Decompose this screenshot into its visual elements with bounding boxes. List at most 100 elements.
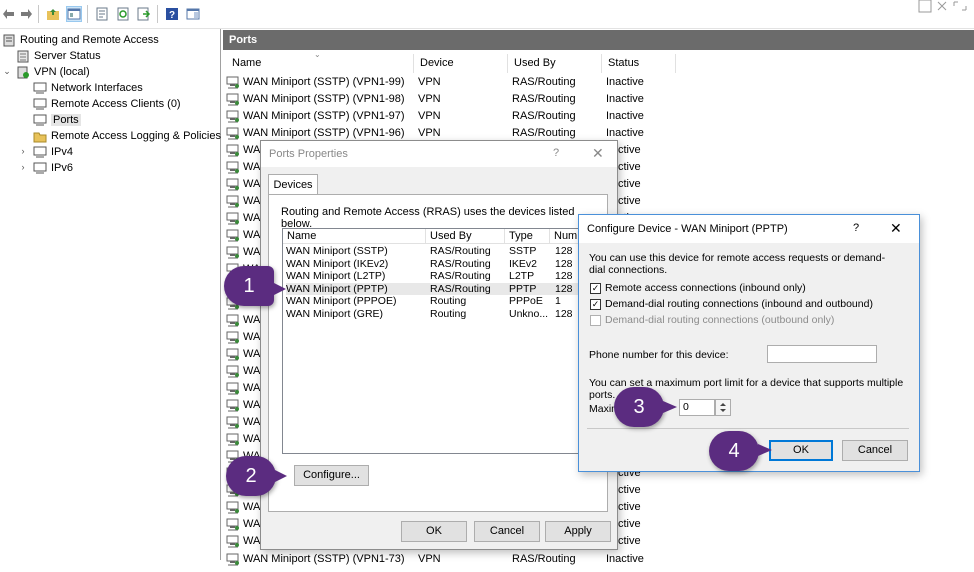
close-icon[interactable]: ✕ xyxy=(890,220,902,237)
tree-item-network-interfaces[interactable]: Network Interfaces xyxy=(33,80,143,96)
tree-item-ipv6[interactable]: IPv6 xyxy=(33,160,73,176)
port-icon xyxy=(226,416,240,429)
col-name[interactable]: Name xyxy=(287,230,316,242)
server-green-icon xyxy=(16,66,30,79)
properties-icon[interactable] xyxy=(94,6,110,22)
port-status-partial: ctive xyxy=(618,161,641,173)
remote-access-checkbox[interactable]: ✓ xyxy=(590,283,601,294)
tree-item-root[interactable]: Routing and Remote Access xyxy=(2,32,159,48)
tree-item-ports[interactable]: Ports xyxy=(33,112,81,128)
port-icon xyxy=(226,518,240,531)
chevron-right-icon[interactable]: › xyxy=(18,146,28,156)
port-name-partial: WA xyxy=(243,348,261,360)
port-icon xyxy=(226,212,240,225)
tree-item-logging[interactable]: Remote Access Logging & Policies xyxy=(33,128,221,144)
spinner-arrows-icon[interactable] xyxy=(715,399,731,416)
port-status-partial: ctive xyxy=(618,178,641,190)
column-header-status[interactable]: Status xyxy=(602,54,676,73)
device-row[interactable]: WAN Miniport (SSTP) RAS/Routing SSTP 128 xyxy=(286,245,582,257)
port-device: VPN xyxy=(418,110,441,122)
forward-icon[interactable] xyxy=(18,6,34,22)
device-name: WAN Miniport (SSTP) xyxy=(286,245,388,257)
port-device: VPN xyxy=(418,93,441,105)
device-number: 128 xyxy=(555,307,573,320)
step-badge-4-pointer xyxy=(758,444,772,456)
port-name-partial: WA xyxy=(243,399,261,411)
column-header-device[interactable]: Device xyxy=(414,54,508,73)
port-used-by: RAS/Routing xyxy=(512,76,576,88)
chevron-down-icon[interactable]: ⌄ xyxy=(2,66,12,77)
port-name: WAN Miniport (SSTP) (VPN1-97) xyxy=(243,110,405,122)
network-icon xyxy=(33,82,47,95)
step-badge-1-pointer xyxy=(274,283,286,295)
port-name-partial: WA xyxy=(243,382,261,394)
refresh-icon[interactable] xyxy=(115,6,131,22)
device-name: WAN Miniport (IKEv2) xyxy=(286,257,389,270)
ports-properties-dialog: Ports Properties ? ✕ Devices Routing and… xyxy=(260,140,618,550)
export-icon[interactable] xyxy=(136,6,152,22)
port-name-partial: WA xyxy=(243,314,261,326)
device-number: 128 xyxy=(555,257,573,270)
cancel-button[interactable]: Cancel xyxy=(474,521,540,542)
ok-button[interactable]: OK xyxy=(401,521,467,542)
configure-ok-button[interactable]: OK xyxy=(769,440,833,461)
devices-description: Routing and Remote Access (RRAS) uses th… xyxy=(281,206,575,230)
port-status-partial: ctive xyxy=(618,195,641,207)
tree-item-ipv4[interactable]: IPv4 xyxy=(33,144,73,160)
close-icon[interactable]: ✕ xyxy=(592,145,604,162)
folder-up-icon[interactable] xyxy=(45,6,61,22)
window-mini-controls[interactable] xyxy=(918,0,974,14)
ipv4-icon xyxy=(33,146,47,159)
device-name: WAN Miniport (L2TP) xyxy=(286,270,386,282)
port-name-partial: WA xyxy=(243,229,261,241)
device-number: 128 xyxy=(555,245,573,257)
device-row[interactable]: WAN Miniport (L2TP) RAS/Routing L2TP 128 xyxy=(286,270,582,282)
help-icon[interactable]: ? xyxy=(853,222,859,234)
svg-text:?: ? xyxy=(169,10,175,21)
port-icon xyxy=(226,144,240,157)
console-icon[interactable] xyxy=(185,6,201,22)
apply-button[interactable]: Apply xyxy=(545,521,611,542)
port-name-partial: WA xyxy=(243,433,261,445)
help-icon[interactable]: ? xyxy=(553,147,559,159)
ports-icon xyxy=(33,114,47,127)
remote-access-label: Remote access connections (inbound only) xyxy=(605,282,806,294)
column-header-used-by[interactable]: Used By xyxy=(508,54,602,73)
configure-button[interactable]: Configure... xyxy=(294,465,369,486)
configure-cancel-button[interactable]: Cancel xyxy=(842,440,908,461)
clients-icon xyxy=(33,98,47,111)
col-type[interactable]: Type xyxy=(509,230,533,242)
step-badge-3: 3 xyxy=(614,387,664,427)
device-row[interactable]: WAN Miniport (PPPOE) Routing PPPoE 1 xyxy=(286,295,582,307)
tree-item-remote-access-clients[interactable]: Remote Access Clients (0) xyxy=(33,96,181,112)
device-name: WAN Miniport (PPTP) xyxy=(286,282,388,295)
show-tree-icon[interactable] xyxy=(66,6,82,22)
help-icon[interactable]: ? xyxy=(164,6,180,22)
port-name-partial: WA xyxy=(243,501,261,513)
server-status-icon xyxy=(16,50,30,63)
port-status-partial: ctive xyxy=(618,144,641,156)
port-icon xyxy=(226,110,240,123)
device-type: Unkno... xyxy=(509,307,549,320)
port-name-partial: WA xyxy=(243,161,261,173)
col-used-by[interactable]: Used By xyxy=(430,230,472,242)
port-name-partial: WA xyxy=(243,518,261,530)
device-row[interactable]: WAN Miniport (IKEv2) RAS/Routing IKEv2 128 xyxy=(286,258,582,270)
device-row[interactable]: WAN Miniport (PPTP) RAS/Routing PPTP 128 xyxy=(286,282,582,295)
intro-text: You can use this device for remote acces… xyxy=(589,252,886,276)
tab-devices[interactable]: Devices xyxy=(268,174,318,195)
maximum-ports-spinner[interactable]: 0 xyxy=(679,399,715,416)
port-name-partial: WA xyxy=(243,535,261,547)
chevron-right-icon[interactable]: › xyxy=(18,162,28,172)
tree-item-vpn[interactable]: VPN (local) xyxy=(16,64,90,80)
demand-dial-checkbox[interactable]: ✓ xyxy=(590,299,601,310)
devices-list[interactable]: Name Used By Type Number WAN Miniport (S… xyxy=(282,228,584,454)
port-status: Inactive xyxy=(606,110,644,122)
device-row[interactable]: WAN Miniport (GRE) Routing Unkno... 128 xyxy=(286,308,582,320)
back-icon[interactable] xyxy=(1,6,17,22)
maximum-ports-value[interactable]: 0 xyxy=(683,401,689,413)
phone-number-input[interactable] xyxy=(767,345,877,363)
tree-item-server-status[interactable]: Server Status xyxy=(16,48,101,64)
port-used-by: RAS/Routing xyxy=(512,110,576,122)
port-icon xyxy=(226,348,240,361)
